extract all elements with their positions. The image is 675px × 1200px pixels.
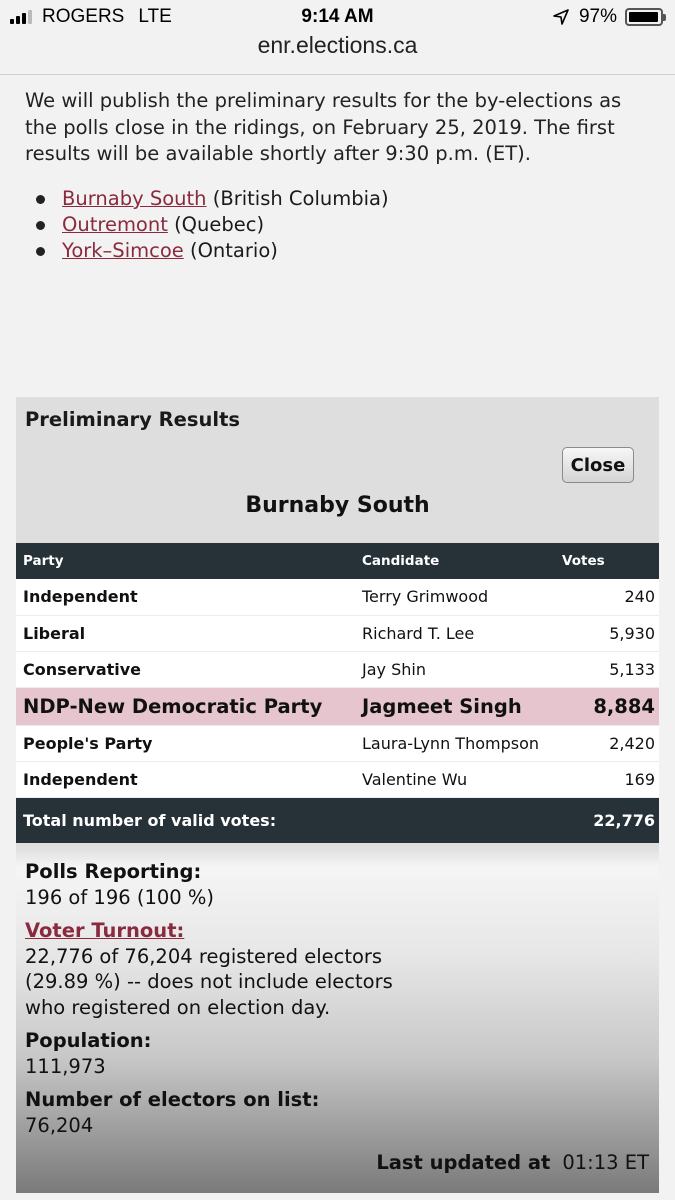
url-bar[interactable]: enr.elections.ca xyxy=(0,32,675,59)
results-panel: Preliminary Results Close Burnaby South … xyxy=(16,397,659,1193)
votes-cell: 169 xyxy=(562,761,659,798)
candidate-cell: Richard T. Lee xyxy=(362,615,562,652)
table-row-winner: NDP-New Democratic Party Jagmeet Singh 8… xyxy=(16,687,659,726)
riding-title: Burnaby South xyxy=(245,493,430,518)
candidate-cell: Jay Shin xyxy=(362,651,562,688)
party-cell: NDP-New Democratic Party xyxy=(16,687,362,726)
riding-province: (British Columbia) xyxy=(212,187,389,210)
party-cell: Conservative xyxy=(16,651,362,688)
close-button[interactable]: Close xyxy=(562,447,634,483)
table-header-row: Party Candidate Votes xyxy=(16,543,659,579)
table-row: Conservative Jay Shin 5,133 xyxy=(16,651,659,688)
total-row: Total number of valid votes: 22,776 xyxy=(16,797,659,843)
table-row: Liberal Richard T. Lee 5,930 xyxy=(16,615,659,652)
last-updated: Last updated at 01:13 ET xyxy=(376,1151,649,1174)
electors-label: Number of electors on list: xyxy=(25,1088,320,1111)
last-updated-value: 01:13 ET xyxy=(562,1151,649,1174)
battery-percent: 97% xyxy=(578,6,617,27)
voter-turnout: Voter Turnout: 22,776 of 76,204 register… xyxy=(25,918,645,1020)
party-cell: People's Party xyxy=(16,725,362,762)
votes-cell: 5,133 xyxy=(562,651,659,688)
polls-label: Polls Reporting: xyxy=(25,860,202,883)
list-item: York–Simcoe (Ontario) xyxy=(36,238,389,264)
candidate-cell: Laura-Lynn Thompson xyxy=(362,725,562,762)
divider xyxy=(0,74,675,75)
status-bar: ROGERS LTE 9:14 AM 97% xyxy=(0,0,675,34)
polls-reporting: Polls Reporting: 196 of 196 (100 %) xyxy=(25,859,645,910)
voter-turnout-link[interactable]: Voter Turnout: xyxy=(25,919,184,942)
votes-cell: 5,930 xyxy=(562,615,659,652)
battery-icon xyxy=(625,8,666,26)
population-label: Population: xyxy=(25,1029,152,1052)
location-arrow-icon xyxy=(553,9,569,25)
table-row: Independent Valentine Wu 169 xyxy=(16,761,659,798)
total-value: 22,776 xyxy=(562,797,659,843)
electors-on-list: Number of electors on list: 76,204 xyxy=(25,1087,645,1138)
list-item: Burnaby South (British Columbia) xyxy=(36,186,389,212)
votes-cell: 8,884 xyxy=(562,687,659,726)
riding-link-outremont[interactable]: Outremont xyxy=(62,213,168,236)
turnout-line: 22,776 of 76,204 registered electors xyxy=(25,944,383,968)
votes-cell: 240 xyxy=(562,579,659,616)
column-header-candidate: Candidate xyxy=(362,543,562,579)
population: Population: 111,973 xyxy=(25,1028,645,1079)
total-label: Total number of valid votes: xyxy=(16,797,562,843)
turnout-line: who registered on election day. xyxy=(25,995,331,1019)
votes-cell: 2,420 xyxy=(562,725,659,762)
riding-link-burnaby-south[interactable]: Burnaby South xyxy=(62,187,207,210)
candidate-cell: Terry Grimwood xyxy=(362,579,562,616)
column-header-party: Party xyxy=(16,543,362,579)
ridings-list: Burnaby South (British Columbia) Outremo… xyxy=(36,186,389,264)
riding-statistics: Polls Reporting: 196 of 196 (100 %) Vote… xyxy=(25,859,645,1146)
party-cell: Liberal xyxy=(16,615,362,652)
party-cell: Independent xyxy=(16,579,362,616)
intro-paragraph: We will publish the preliminary results … xyxy=(25,89,622,165)
turnout-line: (29.89 %) -- does not include electors xyxy=(25,970,393,993)
riding-province: (Quebec) xyxy=(174,213,265,236)
table-row: People's Party Laura-Lynn Thompson 2,420 xyxy=(16,725,659,762)
electors-value: 76,204 xyxy=(25,1113,94,1137)
status-right: 97% xyxy=(553,6,666,28)
riding-link-york-simcoe[interactable]: York–Simcoe xyxy=(62,239,184,262)
riding-province: (Ontario) xyxy=(189,239,278,262)
panel-title: Preliminary Results xyxy=(25,408,241,431)
candidate-cell: Valentine Wu xyxy=(362,761,562,798)
candidate-cell: Jagmeet Singh xyxy=(362,687,562,726)
results-table: Party Candidate Votes Independent Terry … xyxy=(16,543,659,843)
table-row: Independent Terry Grimwood 240 xyxy=(16,579,659,616)
list-item: Outremont (Quebec) xyxy=(36,212,389,238)
polls-value: 196 of 196 (100 %) xyxy=(25,885,214,909)
last-updated-label: Last updated at xyxy=(376,1151,551,1174)
population-value: 111,973 xyxy=(25,1054,106,1078)
party-cell: Independent xyxy=(16,761,362,798)
column-header-votes: Votes xyxy=(562,543,659,579)
